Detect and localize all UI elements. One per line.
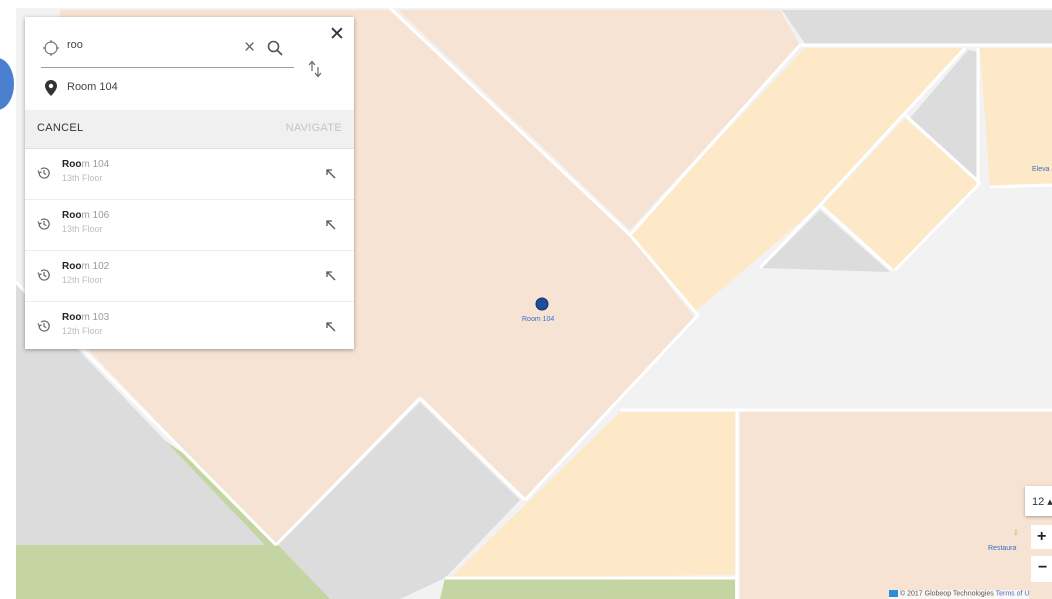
history-icon <box>37 320 50 332</box>
terms-link[interactable]: Terms of U <box>996 590 1030 597</box>
history-icon <box>37 218 50 230</box>
result-match-text: Roo <box>62 210 82 221</box>
result-match-text: Roo <box>62 312 82 323</box>
search-result-item[interactable]: Room 103 12th Floor <box>25 302 354 352</box>
service-top <box>782 10 1052 45</box>
result-title: Room 106 <box>62 210 109 221</box>
fill-query-arrow-icon[interactable] <box>325 168 337 180</box>
result-floor: 12th Floor <box>62 275 103 285</box>
destination-field[interactable]: Room 104 <box>67 81 118 93</box>
map-frame-top <box>0 0 1052 8</box>
restaurant-label: Restaura <box>988 545 1017 552</box>
result-floor: 13th Floor <box>62 173 103 183</box>
result-match-text: Roo <box>62 261 82 272</box>
swap-vertical-icon[interactable] <box>307 59 323 79</box>
floor-selector-label: 12 ▴ <box>1032 496 1052 508</box>
fill-query-arrow-icon[interactable] <box>325 219 337 231</box>
search-fields: roo × ✕ Room 104 <box>25 17 354 117</box>
map-attribution: © 2017 Globeop Technologies Terms of U <box>889 590 1030 599</box>
result-rest-text: m 102 <box>81 261 110 272</box>
marker-label: Room 104 <box>522 316 555 323</box>
search-icon[interactable] <box>266 39 284 57</box>
search-result-item[interactable]: Room 104 13th Floor <box>25 149 354 200</box>
fill-query-arrow-icon[interactable] <box>325 321 337 333</box>
location-marker[interactable] <box>535 297 549 311</box>
result-rest-text: m 104 <box>81 159 110 170</box>
navigate-button[interactable]: NAVIGATE <box>286 122 342 134</box>
result-floor: 12th Floor <box>62 326 103 336</box>
result-title: Room 104 <box>62 159 109 170</box>
directions-panel: roo × ✕ Room 104 CANCEL NAVIGATE Room 10… <box>25 17 354 349</box>
result-title: Room 102 <box>62 261 109 272</box>
result-match-text: Roo <box>62 159 82 170</box>
bing-logo-icon <box>889 590 898 597</box>
clear-icon[interactable]: × <box>244 38 255 57</box>
search-results-list: Room 104 13th Floor Room 106 13th Floor <box>25 149 354 352</box>
origin-search-input[interactable]: roo <box>67 39 83 51</box>
restaurant-icon: ‡ <box>1014 530 1018 537</box>
zoom-out-button[interactable]: − <box>1031 556 1052 582</box>
room-bottom-right[interactable] <box>740 412 1052 599</box>
result-title: Room 103 <box>62 312 109 323</box>
minus-icon: − <box>1038 559 1048 576</box>
search-result-item[interactable]: Room 102 12th Floor <box>25 251 354 302</box>
fill-query-arrow-icon[interactable] <box>325 270 337 282</box>
cancel-button[interactable]: CANCEL <box>37 122 83 134</box>
floor-selector[interactable]: 12 ▴ <box>1025 486 1052 516</box>
plus-icon: + <box>1037 528 1047 545</box>
attribution-text: © 2017 Globeop Technologies <box>900 590 994 598</box>
result-floor: 13th Floor <box>62 224 103 234</box>
zoom-in-button[interactable]: + <box>1031 525 1052 549</box>
result-rest-text: m 103 <box>81 312 110 323</box>
history-icon <box>37 269 50 281</box>
my-location-icon <box>43 40 59 56</box>
location-pin-icon <box>45 80 57 96</box>
action-bar: CANCEL NAVIGATE <box>25 110 354 149</box>
green-area-bottom <box>440 578 735 599</box>
result-rest-text: m 106 <box>81 210 110 221</box>
elevator-label: Eleva <box>1032 166 1050 173</box>
search-result-item[interactable]: Room 106 13th Floor <box>25 200 354 251</box>
search-underline <box>41 67 294 68</box>
history-icon <box>37 167 50 179</box>
close-icon[interactable]: ✕ <box>329 25 345 44</box>
